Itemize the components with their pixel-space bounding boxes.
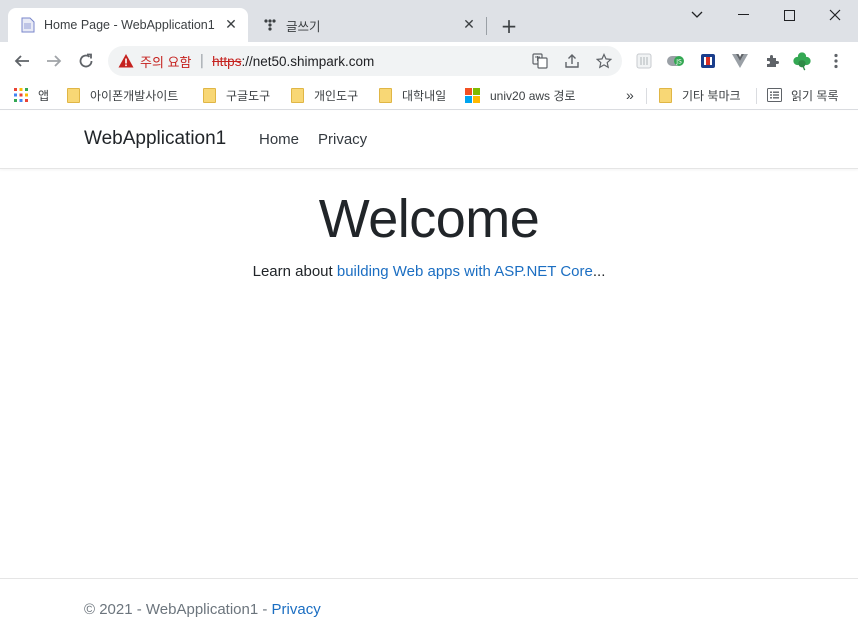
learn-prefix: Learn about	[252, 263, 337, 280]
tab-strip: Home Page - WebApplication1 ✕ 글쓰기 ✕ +	[0, 0, 858, 42]
bookmark-label: 읽기 목록	[791, 88, 839, 103]
bookmark-label: 아이폰개발사이트	[90, 88, 179, 103]
apps-grid-icon	[14, 88, 28, 102]
site-brand-link[interactable]: WebApplication1	[84, 128, 226, 150]
share-icon[interactable]	[564, 53, 580, 69]
extension-grid-icon[interactable]	[634, 51, 654, 71]
learn-paragraph: Learn about building Web apps with ASP.N…	[0, 263, 858, 280]
bookmarks-separator	[756, 88, 757, 104]
page-heading: Welcome	[318, 189, 540, 249]
svg-text:JS: JS	[675, 59, 682, 66]
tistory-icon	[262, 17, 278, 33]
bookmarks-separator	[646, 88, 647, 104]
bookmark-label: 앱	[38, 88, 50, 103]
bookmark-folder[interactable]: 아이폰개발사이트	[67, 85, 178, 105]
tab-title: Home Page - WebApplication1	[44, 18, 215, 32]
folder-icon	[203, 87, 216, 103]
reading-list-button[interactable]: 읽기 목록	[767, 85, 839, 105]
new-tab-button[interactable]: +	[497, 14, 521, 38]
bookmark-label: 개인도구	[314, 88, 359, 103]
close-tab-icon[interactable]: ✕	[222, 16, 240, 34]
tab-title: 글쓰기	[286, 19, 321, 34]
js-extension-icon[interactable]: JS	[666, 51, 686, 71]
maximize-icon	[783, 9, 795, 21]
learn-suffix: ...	[592, 263, 606, 280]
aspnet-docs-link[interactable]: building Web apps with ASP.NET Core	[337, 263, 593, 280]
close-window-button[interactable]	[812, 0, 858, 30]
footer-copyright: © 2021 - WebApplication1 -	[84, 601, 272, 618]
folder-icon	[659, 87, 672, 103]
bookmark-label: 대학내일	[402, 88, 447, 103]
folder-icon	[67, 87, 80, 103]
vue-devtools-icon[interactable]	[730, 51, 750, 71]
bookmark-folder[interactable]: 구글도구	[203, 85, 270, 105]
menu-kebab-icon[interactable]	[826, 51, 846, 71]
minimize-button[interactable]	[720, 0, 766, 30]
url-text[interactable]: https://net50.shimpark.com	[212, 54, 374, 69]
site-navbar: WebApplication1 Home Privacy	[0, 111, 858, 169]
address-bar[interactable]: 주의 요함 | https://net50.shimpark.com	[108, 46, 622, 76]
bookmark-folder[interactable]: 대학내일	[379, 85, 446, 105]
security-warning-text[interactable]: 주의 요함	[140, 52, 191, 71]
tab-search-button[interactable]	[674, 0, 720, 30]
bookmark-apps[interactable]: 앱	[14, 85, 49, 105]
nav-link-privacy[interactable]: Privacy	[318, 131, 367, 148]
maximize-button[interactable]	[766, 0, 812, 30]
bookmark-label: univ20 aws 경로	[490, 88, 576, 103]
tab-write[interactable]: 글쓰기 ✕	[250, 8, 486, 42]
site-footer: © 2021 - WebApplication1 - Privacy	[0, 578, 858, 639]
bookmark-label: 기타 북마크	[682, 88, 741, 103]
bookmark-folder[interactable]: 개인도구	[291, 85, 358, 105]
folder-icon	[291, 87, 304, 103]
arrow-right-icon	[47, 55, 62, 67]
url-host: ://net50.shimpark.com	[241, 53, 375, 69]
page-icon	[20, 17, 36, 33]
tab-separator	[486, 17, 487, 35]
translate-icon[interactable]	[532, 53, 548, 69]
reading-list-icon	[767, 88, 782, 102]
forward-button[interactable]	[40, 47, 68, 75]
close-tab-icon[interactable]: ✕	[460, 16, 478, 34]
tab-home-page[interactable]: Home Page - WebApplication1 ✕	[8, 8, 248, 42]
browser-toolbar: 주의 요함 | https://net50.shimpark.com JS	[0, 42, 858, 80]
reload-icon	[79, 53, 93, 68]
footer-text: © 2021 - WebApplication1 - Privacy	[84, 601, 321, 618]
clover-profile-icon[interactable]	[792, 51, 812, 71]
bookmark-manager-icon[interactable]	[698, 51, 718, 71]
nav-link-home[interactable]: Home	[259, 131, 299, 148]
microsoft-icon	[465, 87, 480, 103]
chevron-down-icon	[691, 11, 703, 18]
arrow-left-icon	[14, 55, 29, 67]
puzzle-icon[interactable]	[762, 51, 782, 71]
omnibox-separator: |	[199, 53, 205, 69]
reload-button[interactable]	[72, 47, 100, 75]
minimize-icon	[737, 14, 749, 15]
star-icon[interactable]	[596, 53, 612, 69]
warning-icon	[118, 54, 134, 68]
bookmark-univ20[interactable]: univ20 aws 경로	[465, 85, 575, 105]
close-icon	[829, 9, 841, 21]
bookmarks-overflow-button[interactable]: »	[626, 85, 634, 105]
footer-privacy-link[interactable]: Privacy	[272, 601, 321, 618]
bookmarks-bar: 앱 아이폰개발사이트 구글도구 개인도구 대학내일 univ20 aws 경로 …	[0, 80, 858, 110]
url-scheme: https	[212, 53, 242, 69]
folder-icon	[379, 87, 392, 103]
back-button[interactable]	[8, 47, 36, 75]
bookmark-other[interactable]: 기타 북마크	[659, 85, 741, 105]
bookmark-label: 구글도구	[226, 88, 271, 103]
